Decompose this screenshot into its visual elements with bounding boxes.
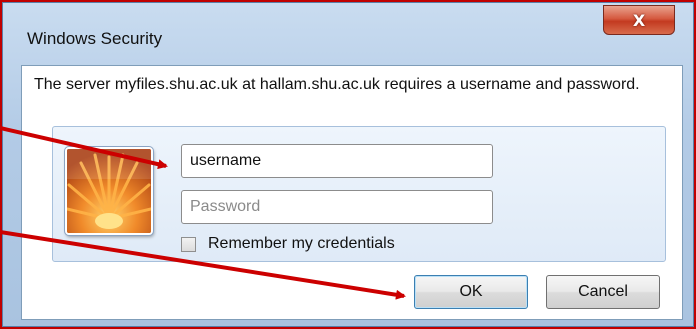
cancel-button-label: Cancel bbox=[578, 283, 628, 300]
user-tile-flower-icon bbox=[65, 147, 153, 235]
password-field[interactable] bbox=[181, 190, 493, 224]
server-message: The server myfiles.shu.ac.uk at hallam.s… bbox=[34, 76, 640, 93]
close-icon: X bbox=[632, 10, 646, 30]
dialog-content: The server myfiles.shu.ac.uk at hallam.s… bbox=[21, 65, 683, 320]
cancel-button[interactable]: Cancel bbox=[546, 275, 660, 309]
windows-security-dialog: Windows Security X The server myfiles.sh… bbox=[2, 2, 694, 327]
username-field[interactable] bbox=[181, 144, 493, 178]
title-bar: Windows Security X bbox=[9, 5, 687, 55]
remember-credentials-checkbox[interactable] bbox=[181, 236, 196, 252]
credentials-panel: Remember my credentials bbox=[52, 126, 666, 262]
window-title: Windows Security bbox=[27, 29, 163, 48]
ok-button-label: OK bbox=[459, 283, 483, 300]
ok-button[interactable]: OK bbox=[414, 275, 528, 309]
close-button[interactable]: X bbox=[603, 5, 675, 35]
remember-credentials-row[interactable]: Remember my credentials bbox=[181, 233, 395, 255]
remember-credentials-label: Remember my credentials bbox=[208, 235, 395, 252]
